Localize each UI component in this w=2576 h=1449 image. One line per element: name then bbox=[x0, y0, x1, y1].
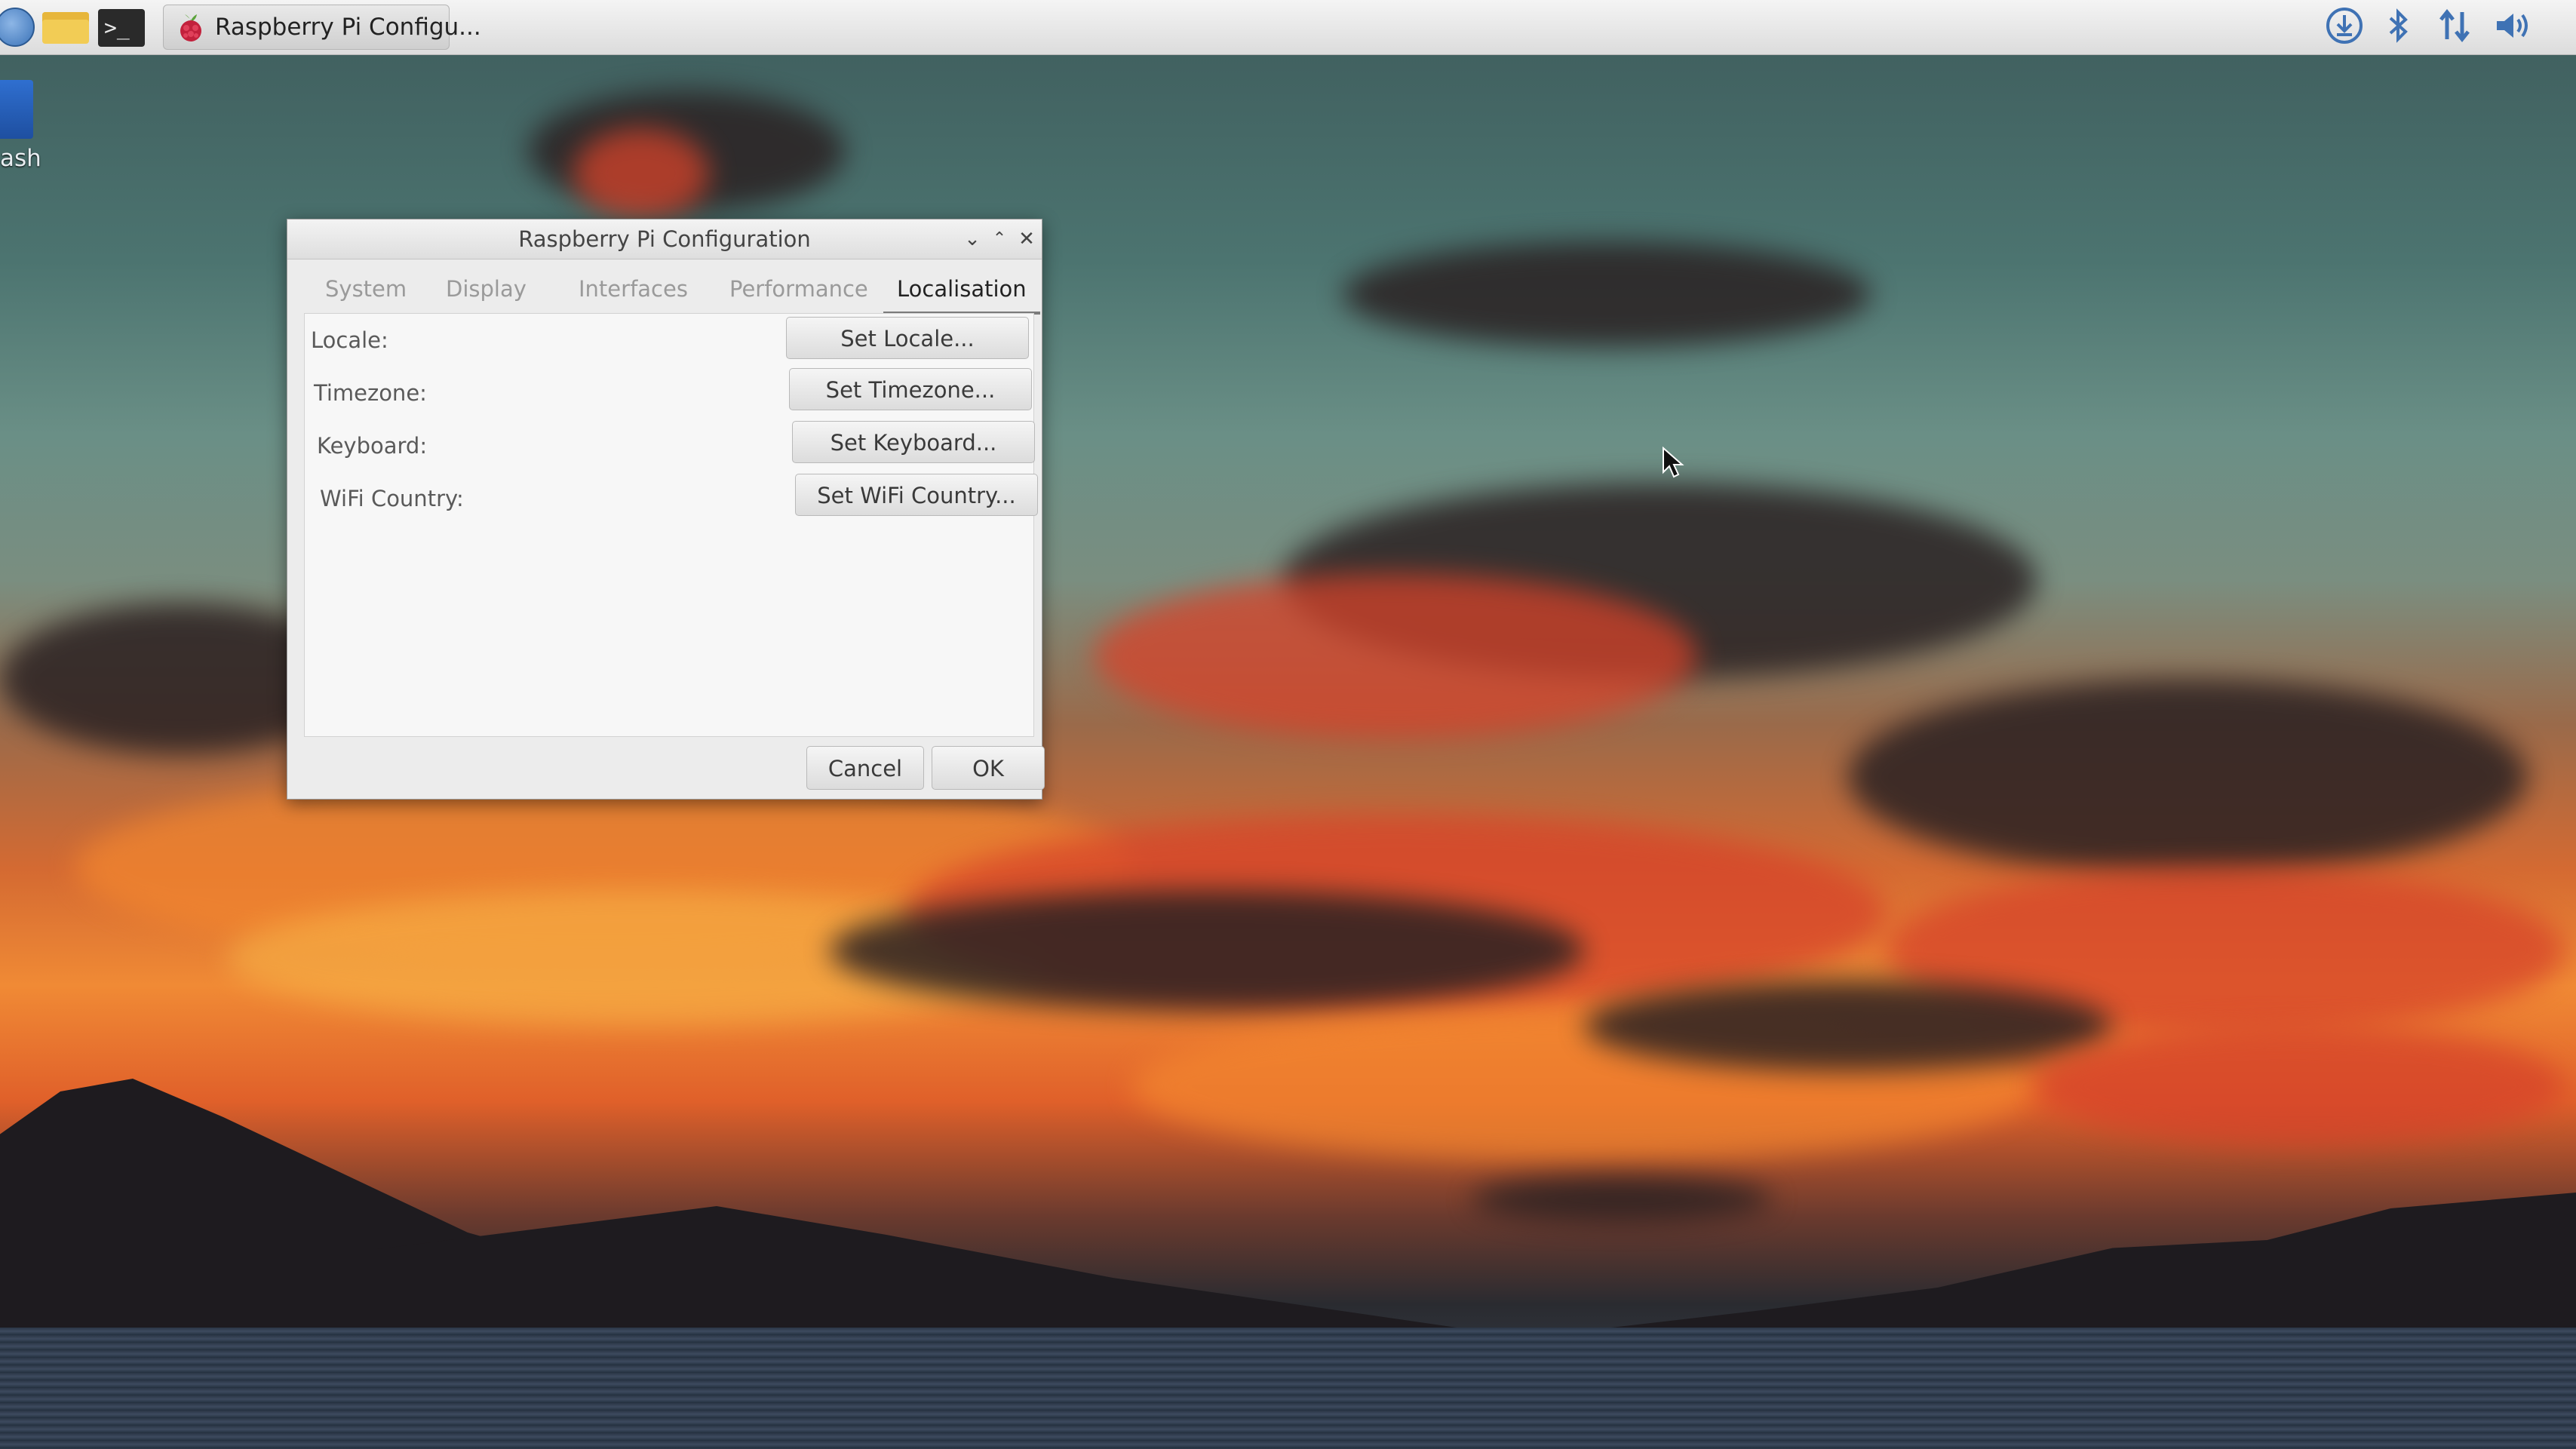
desktop-trash-icon[interactable] bbox=[0, 80, 33, 139]
locale-label: Locale: bbox=[311, 327, 388, 353]
cloud bbox=[2037, 1026, 2565, 1147]
tab-system[interactable]: System bbox=[312, 266, 420, 312]
taskbar-window-title: Raspberry Pi Configu... bbox=[215, 14, 481, 41]
cloud bbox=[1094, 573, 1697, 739]
network-transfer-icon[interactable] bbox=[2433, 5, 2476, 47]
tab-localisation[interactable]: Localisation bbox=[883, 266, 1040, 315]
dialog-titlebar[interactable]: Raspberry Pi Configuration ⌄ ⌃ ✕ bbox=[287, 219, 1042, 259]
keyboard-label: Keyboard: bbox=[317, 433, 428, 459]
tab-interfaces[interactable]: Interfaces bbox=[565, 266, 702, 312]
close-icon[interactable]: ✕ bbox=[1013, 226, 1040, 253]
tab-bar: System Display Interfaces Performance Lo… bbox=[304, 266, 1040, 315]
tab-performance[interactable]: Performance bbox=[716, 266, 882, 312]
maximize-icon[interactable]: ⌃ bbox=[986, 226, 1013, 253]
bluetooth-icon[interactable] bbox=[2381, 5, 2417, 47]
raspberry-pi-configuration-dialog: Raspberry Pi Configuration ⌄ ⌃ ✕ System … bbox=[287, 219, 1045, 800]
set-timezone-button[interactable]: Set Timezone... bbox=[789, 368, 1032, 410]
mountain bbox=[377, 1206, 1509, 1335]
timezone-label: Timezone: bbox=[314, 380, 427, 406]
raspberry-pi-icon bbox=[180, 14, 201, 41]
web-browser-icon[interactable] bbox=[0, 8, 35, 47]
download-icon[interactable] bbox=[2323, 5, 2366, 47]
minimize-icon[interactable]: ⌄ bbox=[959, 226, 986, 253]
terminal-icon[interactable]: >_ bbox=[98, 9, 145, 47]
set-wifi-country-button[interactable]: Set WiFi Country... bbox=[795, 474, 1038, 516]
file-manager-icon[interactable] bbox=[42, 12, 89, 44]
mouse-pointer-icon bbox=[1663, 447, 1684, 478]
lake-water bbox=[0, 1328, 2576, 1449]
cloud bbox=[1343, 241, 1871, 347]
localisation-panel: Locale: Set Locale... Timezone: Set Time… bbox=[304, 313, 1038, 737]
taskbar-window-button[interactable]: Raspberry Pi Configu... bbox=[163, 5, 481, 50]
set-locale-button[interactable]: Set Locale... bbox=[786, 317, 1029, 359]
tab-display[interactable]: Display bbox=[432, 266, 540, 312]
cloud bbox=[1848, 679, 2527, 875]
ok-button[interactable]: OK bbox=[932, 746, 1045, 790]
volume-icon[interactable] bbox=[2491, 5, 2535, 47]
taskbar: >_ Raspberry Pi Configu... bbox=[0, 0, 2576, 55]
cloud bbox=[573, 128, 709, 219]
cancel-button[interactable]: Cancel bbox=[806, 746, 924, 790]
cloud bbox=[1471, 1177, 1773, 1222]
dialog-title: Raspberry Pi Configuration bbox=[518, 226, 811, 252]
cloud bbox=[830, 890, 1584, 1011]
cloud bbox=[1584, 981, 2112, 1071]
wifi-country-label: WiFi Country: bbox=[320, 486, 464, 511]
desktop-icon-label: ash bbox=[0, 145, 41, 172]
set-keyboard-button[interactable]: Set Keyboard... bbox=[792, 421, 1035, 463]
